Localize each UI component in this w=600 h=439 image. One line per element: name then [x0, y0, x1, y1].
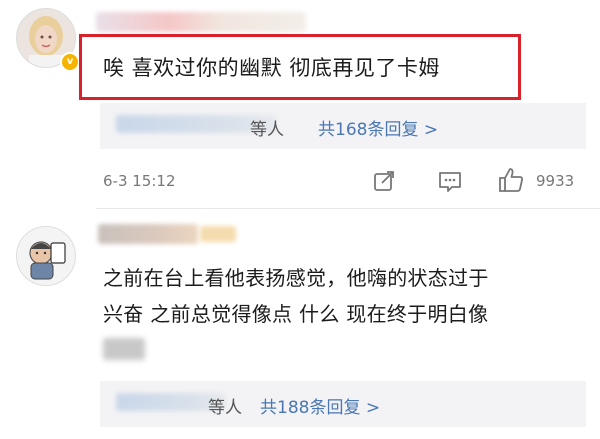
- reply-summary[interactable]: 等人 共168条回复 >: [100, 103, 586, 149]
- reply-count-link[interactable]: 共168条回复 >: [318, 115, 438, 140]
- comment-text: 唉 喜欢过你的幽默 彻底再见了卡姆: [103, 56, 440, 80]
- reply-count-link[interactable]: 共188条回复 >: [260, 393, 380, 418]
- like-icon[interactable]: [496, 165, 526, 199]
- username-blurred[interactable]: [98, 224, 198, 244]
- comment-text-line: 之前在台上看他表扬感觉，他嗨的状态过于: [103, 266, 489, 290]
- divider: [96, 208, 600, 209]
- avatar-cartoon: [17, 227, 75, 285]
- avatar[interactable]: [16, 226, 76, 286]
- reply-suffix: 等人: [208, 398, 242, 418]
- reply-suffix: 等人: [250, 120, 284, 140]
- comment-text-blurred: [103, 338, 145, 360]
- reply-summary[interactable]: 等人 共188条回复 >: [100, 381, 586, 427]
- user-badge-blurred: [200, 226, 236, 242]
- like-count: 9933: [536, 172, 575, 190]
- timestamp: 6-3 15:12: [103, 172, 176, 190]
- verified-badge-icon: v: [60, 52, 80, 72]
- comment-text-line: 兴奋 之前总觉得像点 什么 现在终于明白像: [103, 302, 489, 326]
- share-icon[interactable]: [372, 169, 396, 197]
- username-blurred[interactable]: [96, 12, 306, 32]
- comment-icon[interactable]: [437, 170, 463, 198]
